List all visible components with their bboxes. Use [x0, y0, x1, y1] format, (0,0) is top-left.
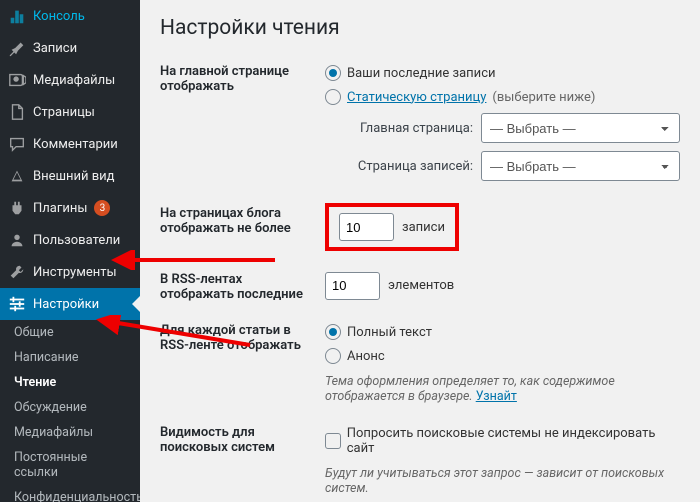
sidebar-item-comments[interactable]: Комментарии — [0, 128, 140, 160]
sub-item-privacy[interactable]: Конфиденциальность — [0, 485, 140, 502]
static-page-note: (выберите ниже) — [492, 90, 595, 105]
comments-icon — [8, 135, 26, 153]
admin-sidebar: Консоль Записи Медиафайлы Страницы Комме… — [0, 0, 140, 502]
radio-label: Полный текст — [347, 325, 432, 340]
sidebar-item-plugins[interactable]: Плагины 3 — [0, 192, 140, 224]
learn-more-link[interactable]: Узнайт — [476, 389, 517, 404]
pin-icon — [8, 39, 26, 57]
home-page-select[interactable]: — Выбрать — — [481, 113, 680, 143]
menu-label: Консоль — [33, 9, 85, 24]
sidebar-item-settings[interactable]: Настройки — [0, 288, 140, 320]
media-icon — [8, 71, 26, 89]
radio-label: Ваши последние записи — [347, 66, 496, 81]
sub-item-discussion[interactable]: Обсуждение — [0, 395, 140, 420]
menu-label: Пользователи — [33, 233, 120, 248]
menu-label: Инструменты — [33, 265, 117, 280]
rss-count-input[interactable] — [325, 272, 380, 300]
rss-description: Тема оформления определяет то, как содер… — [325, 368, 680, 404]
tools-icon — [8, 263, 26, 281]
radio-label: Анонс — [347, 349, 385, 364]
sidebar-item-tools[interactable]: Инструменты — [0, 256, 140, 288]
sub-item-writing[interactable]: Написание — [0, 345, 140, 370]
sub-item-media[interactable]: Медиафайлы — [0, 420, 140, 445]
rss-mode-label: Для каждой статьи в RSS-ленте отображать — [160, 320, 325, 404]
menu-label: Внешний вид — [33, 169, 115, 184]
dashboard-icon — [8, 7, 26, 25]
checkbox-label: Попросить поисковые системы не индексиро… — [347, 426, 680, 456]
suffix-text: записи — [402, 220, 445, 235]
blog-count-label: На страницах блога отображать не более — [160, 203, 325, 251]
sub-item-general[interactable]: Общие — [0, 320, 140, 345]
highlight-box: записи — [325, 203, 459, 251]
sidebar-item-appearance[interactable]: Внешний вид — [0, 160, 140, 192]
radio-static-page[interactable] — [325, 89, 341, 105]
users-icon — [8, 231, 26, 249]
page-title: Настройки чтения — [160, 10, 680, 52]
home-select-label: Главная страница: — [355, 121, 473, 136]
posts-select-label: Страница записей: — [355, 159, 473, 174]
sidebar-item-media[interactable]: Медиафайлы — [0, 64, 140, 96]
menu-label: Страницы — [33, 105, 95, 120]
radio-full-text[interactable] — [325, 324, 341, 340]
appearance-icon — [8, 167, 26, 185]
posts-page-select[interactable]: — Выбрать — — [481, 151, 680, 181]
posts-per-page-input[interactable] — [339, 213, 394, 241]
radio-latest-posts[interactable] — [325, 65, 341, 81]
sub-item-permalinks[interactable]: Постоянные ссылки — [0, 445, 140, 485]
noindex-checkbox[interactable] — [325, 433, 341, 449]
seo-visibility-label: Видимость для поисковых систем — [160, 422, 325, 496]
plugins-icon — [8, 199, 26, 217]
seo-description: Будут ли учитываться этот запрос — завис… — [325, 460, 680, 496]
sidebar-item-console[interactable]: Консоль — [0, 0, 140, 32]
suffix-text: элементов — [388, 278, 454, 293]
sidebar-item-pages[interactable]: Страницы — [0, 96, 140, 128]
main-content: Настройки чтения На главной странице ото… — [140, 0, 700, 502]
pages-icon — [8, 103, 26, 121]
menu-label: Записи — [33, 41, 77, 56]
sidebar-item-users[interactable]: Пользователи — [0, 224, 140, 256]
sub-item-reading[interactable]: Чтение — [0, 370, 140, 395]
radio-excerpt[interactable] — [325, 348, 341, 364]
menu-label: Комментарии — [33, 137, 118, 152]
static-page-link[interactable]: Статическую страницу — [347, 90, 486, 105]
front-page-label: На главной странице отображать — [160, 61, 325, 185]
update-badge: 3 — [94, 200, 110, 216]
rss-count-label: В RSS-лентах отображать последние — [160, 269, 325, 302]
settings-icon — [8, 295, 26, 313]
menu-label: Настройки — [33, 297, 99, 312]
sidebar-item-posts[interactable]: Записи — [0, 32, 140, 64]
menu-label: Плагины — [33, 201, 87, 216]
menu-label: Медиафайлы — [33, 73, 115, 88]
